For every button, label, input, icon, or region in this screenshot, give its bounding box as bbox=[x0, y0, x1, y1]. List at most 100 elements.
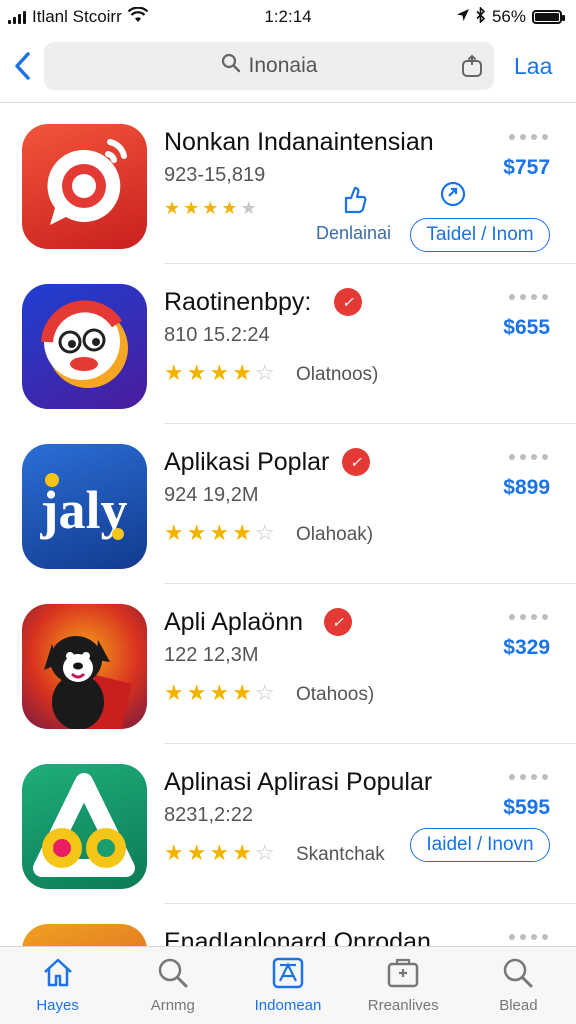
tab-label: Indomean bbox=[254, 997, 322, 1014]
star-icon: ★ bbox=[164, 360, 184, 385]
share-icon[interactable] bbox=[460, 54, 484, 84]
tab-home[interactable]: Hayes bbox=[0, 947, 115, 1024]
star-icon: ★ bbox=[186, 360, 207, 385]
more-dots[interactable] bbox=[509, 774, 548, 780]
get-button[interactable]: Iaidel / Inovn bbox=[410, 828, 550, 862]
status-bar: Itlanl Stcoirr 1:2:14 56% bbox=[0, 0, 576, 34]
cancel-button[interactable]: Laa bbox=[514, 53, 552, 80]
star-icon: ☆ bbox=[254, 520, 275, 545]
tab-search[interactable]: Arnmg bbox=[115, 947, 230, 1024]
app-price: $899 bbox=[503, 476, 550, 499]
app-price: $595 bbox=[503, 796, 550, 819]
pill-right-label: Inom bbox=[491, 224, 534, 245]
apps-icon bbox=[272, 957, 304, 989]
star-icon: ★ bbox=[186, 520, 207, 545]
tab-folder[interactable]: Rreanlives bbox=[346, 947, 461, 1024]
magnifier-icon bbox=[221, 53, 241, 79]
star-icon: ★ bbox=[186, 840, 207, 865]
app-list: Nonkan Indanaintensian 923-15,819 ★ ★ ★ ★ ★ … bbox=[0, 104, 576, 946]
star-icon: ★ bbox=[183, 198, 200, 218]
status-right: 56% bbox=[456, 5, 565, 28]
tab-label: Hayes bbox=[36, 997, 79, 1014]
star-icon: ★ bbox=[186, 680, 207, 705]
search-query: Inonaia bbox=[248, 54, 318, 77]
download-action[interactable]: Denlainai bbox=[316, 184, 391, 244]
app-icon[interactable] bbox=[22, 764, 147, 889]
app-subtitle: 8231,2:22 bbox=[164, 804, 253, 826]
battery-icon bbox=[532, 10, 565, 24]
app-price: $329 bbox=[503, 636, 550, 659]
star-icon: ☆ bbox=[254, 360, 275, 385]
location-icon bbox=[456, 7, 470, 27]
tab-label: Arnmg bbox=[150, 997, 195, 1014]
thumb-icon bbox=[344, 186, 367, 214]
share-action[interactable] bbox=[438, 178, 468, 213]
search-input[interactable]: Inonaia bbox=[44, 42, 494, 90]
app-icon[interactable] bbox=[22, 924, 147, 946]
review-count: Olahoak) bbox=[296, 524, 374, 545]
more-dots[interactable] bbox=[509, 454, 548, 460]
star-icon: ☆ bbox=[254, 840, 275, 865]
star-icon: ★ bbox=[232, 680, 252, 705]
list-item[interactable]: EnadIanlonard Onrodan bbox=[0, 904, 576, 946]
rating-stars: ★ ★ ★ ★ ☆ bbox=[164, 840, 275, 866]
badge-icon: ✓ bbox=[324, 608, 352, 636]
list-item[interactable]: Apli Aplaönn ✓ 122 12,3M ★ ★ ★ ★ ☆ Otahoos) … bbox=[0, 584, 576, 744]
rating-stars: ★ ★ ★ ★ ☆ bbox=[164, 360, 275, 386]
list-item[interactable]: Raotinenbpy: ✓ 810 15.2:24 ★ ★ ★ ★ ☆ Olatnoo… bbox=[0, 264, 576, 424]
app-subtitle: 122 12,3M bbox=[164, 644, 259, 666]
star-icon: ★ bbox=[240, 198, 257, 218]
app-icon[interactable] bbox=[22, 284, 147, 409]
star-icon: ★ bbox=[232, 520, 252, 545]
star-icon: ★ bbox=[209, 680, 230, 705]
star-icon: ☆ bbox=[254, 680, 275, 705]
app-subtitle: 810 15.2:24 bbox=[164, 324, 270, 346]
get-button[interactable]: Taidel / Inom bbox=[410, 218, 550, 252]
chevron-left-icon bbox=[15, 52, 30, 80]
more-dots[interactable] bbox=[509, 934, 548, 940]
nav-divider bbox=[0, 102, 576, 103]
star-icon: ★ bbox=[232, 360, 252, 385]
rating-stars: ★ ★ ★ ★ ☆ bbox=[164, 520, 275, 546]
review-count: Olatnoos) bbox=[296, 364, 379, 385]
app-icon[interactable] bbox=[22, 604, 147, 729]
carrier-label: Itlanl Stcoirr bbox=[32, 7, 122, 26]
download-label: Denlainai bbox=[316, 223, 392, 243]
app-name: Aplikasi Poplar bbox=[164, 448, 330, 476]
star-icon: ★ bbox=[209, 840, 230, 865]
rating-stars: ★ ★ ★ ★ ☆ bbox=[164, 680, 275, 706]
review-count: Otahoos) bbox=[296, 684, 375, 705]
badge-icon: ✓ bbox=[342, 448, 370, 476]
tab-bar: Hayes Arnmg Indomean Rreanlives Blead bbox=[0, 946, 576, 1024]
more-dots[interactable] bbox=[509, 614, 548, 620]
star-icon: ★ bbox=[202, 198, 219, 218]
tab-search-2[interactable]: Blead bbox=[461, 947, 576, 1024]
star-icon: ★ bbox=[164, 840, 184, 865]
app-subtitle: 924 19,2M bbox=[164, 484, 259, 506]
wifi-icon bbox=[127, 6, 149, 28]
star-icon: ★ bbox=[164, 198, 181, 218]
search-bar-row: Inonaia Laa bbox=[0, 38, 576, 94]
list-item[interactable]: Nonkan Indanaintensian 923-15,819 ★ ★ ★ ★ ★ … bbox=[0, 104, 576, 264]
home-icon bbox=[43, 958, 72, 987]
star-icon: ★ bbox=[164, 680, 184, 705]
list-item[interactable]: jaly Aplikasi Poplar ✓ 924 19,2M ★ ★ ★ ★ ☆ O… bbox=[0, 424, 576, 584]
app-icon[interactable] bbox=[22, 124, 147, 249]
more-dots[interactable] bbox=[509, 294, 548, 300]
app-icon[interactable]: jaly bbox=[22, 444, 147, 569]
app-name: Raotinenbpy: bbox=[164, 288, 312, 316]
tab-apps[interactable]: Indomean bbox=[230, 947, 345, 1024]
pill-left-label: Iaidel bbox=[426, 834, 472, 855]
reply-icon bbox=[440, 181, 466, 207]
back-button[interactable] bbox=[8, 46, 36, 86]
badge-icon: ✓ bbox=[334, 288, 362, 316]
list-item[interactable]: Aplinasi Aplirasi Popular 8231,2:22 ★ ★ ★ ★… bbox=[0, 744, 576, 904]
rating-stars: ★ ★ ★ ★ ★ bbox=[164, 198, 257, 219]
app-name: Apli Aplaönn bbox=[164, 608, 304, 636]
star-icon: ★ bbox=[209, 520, 230, 545]
star-icon: ★ bbox=[221, 198, 238, 218]
battery-percent: 56% bbox=[491, 7, 526, 26]
app-name: Nonkan Indanaintensian bbox=[164, 128, 434, 156]
app-name: Aplinasi Aplirasi Popular bbox=[164, 768, 433, 796]
more-dots[interactable] bbox=[509, 134, 548, 140]
